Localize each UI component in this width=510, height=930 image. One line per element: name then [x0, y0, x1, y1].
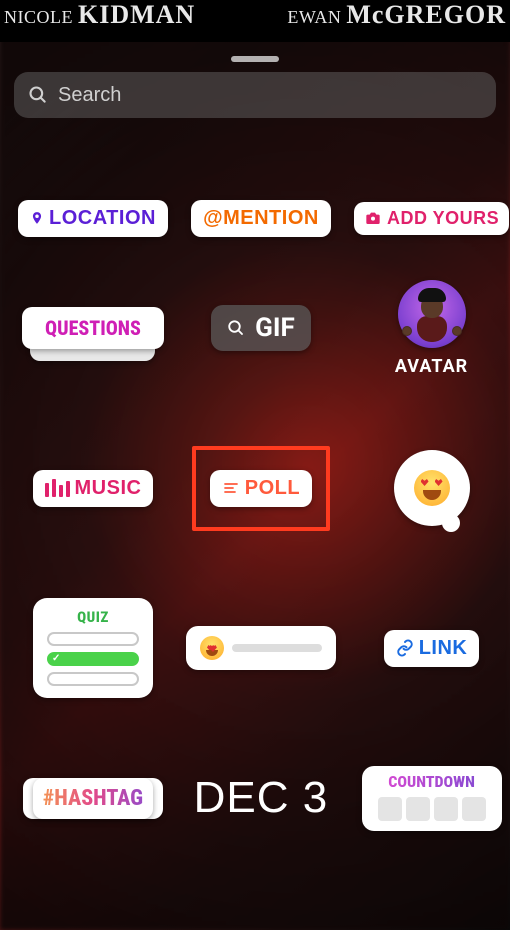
avatar-sticker[interactable]: AVATAR: [395, 280, 468, 377]
credit-left: NICOLE KIDMAN: [4, 0, 195, 30]
quiz-option-selected-icon: [47, 652, 139, 666]
poll-lines-icon: [222, 480, 240, 496]
link-label: LINK: [419, 637, 468, 660]
search-input[interactable]: [58, 84, 482, 107]
quiz-label: QUIZ: [77, 608, 109, 626]
drag-handle[interactable]: [231, 56, 279, 62]
slider-track-icon: [232, 644, 322, 652]
date-sticker[interactable]: DEC 3: [194, 773, 329, 823]
poll-label: POLL: [245, 477, 300, 500]
questions-sticker[interactable]: QUESTIONS: [22, 307, 164, 349]
countdown-sticker[interactable]: COUNTDOWN: [362, 766, 502, 831]
credit-left-big: KIDMAN: [78, 0, 195, 29]
poll-highlight-box: POLL: [192, 446, 330, 531]
quiz-sticker[interactable]: QUIZ: [33, 598, 153, 698]
pin-icon: [30, 209, 44, 227]
link-icon: [396, 639, 414, 657]
avatar-label: AVATAR: [395, 356, 468, 377]
quiz-option-icon: [47, 632, 139, 646]
add-yours-label: ADD YOURS: [387, 208, 499, 229]
emoji-reaction-sticker[interactable]: [394, 450, 470, 526]
mention-label: @MENTION: [203, 207, 319, 230]
mention-sticker[interactable]: @MENTION: [191, 200, 331, 237]
avatar-icon: [398, 280, 466, 348]
poll-sticker[interactable]: POLL: [210, 470, 312, 507]
location-sticker[interactable]: LOCATION: [18, 200, 168, 237]
credit-left-small: NICOLE: [4, 7, 73, 27]
countdown-label: COUNTDOWN: [388, 772, 475, 791]
questions-label: QUESTIONS: [45, 316, 141, 340]
search-icon: [28, 85, 48, 105]
link-sticker[interactable]: LINK: [384, 630, 480, 667]
gif-sticker[interactable]: GIF: [211, 305, 311, 351]
heart-eyes-emoji-icon: [414, 470, 450, 506]
emoji-slider-sticker[interactable]: [186, 626, 336, 670]
movie-credits-backdrop: NICOLE KIDMAN EWAN McGREGOR: [0, 0, 510, 42]
credit-right: EWAN McGREGOR: [287, 0, 506, 30]
credit-right-small: EWAN: [287, 7, 341, 27]
hashtag-label: #HASHTAG: [33, 778, 153, 819]
search-bar[interactable]: [14, 72, 496, 118]
search-icon: [227, 319, 245, 337]
credit-right-big: McGREGOR: [346, 0, 506, 29]
sticker-grid: LOCATION @MENTION ADD YOURS QUESTIONS GI…: [0, 188, 510, 868]
hashtag-sticker[interactable]: #HASHTAG: [23, 778, 163, 819]
music-bars-icon: [45, 479, 70, 497]
quiz-option-icon: [47, 672, 139, 686]
countdown-blocks-icon: [378, 797, 486, 821]
location-label: LOCATION: [49, 207, 156, 230]
heart-eyes-emoji-icon: [200, 636, 224, 660]
music-sticker[interactable]: MUSIC: [33, 470, 154, 507]
date-label: DEC 3: [194, 773, 329, 822]
music-label: MUSIC: [75, 477, 142, 500]
gif-label: GIF: [255, 313, 295, 343]
camera-icon: [364, 210, 382, 226]
add-yours-sticker[interactable]: ADD YOURS: [354, 202, 509, 235]
